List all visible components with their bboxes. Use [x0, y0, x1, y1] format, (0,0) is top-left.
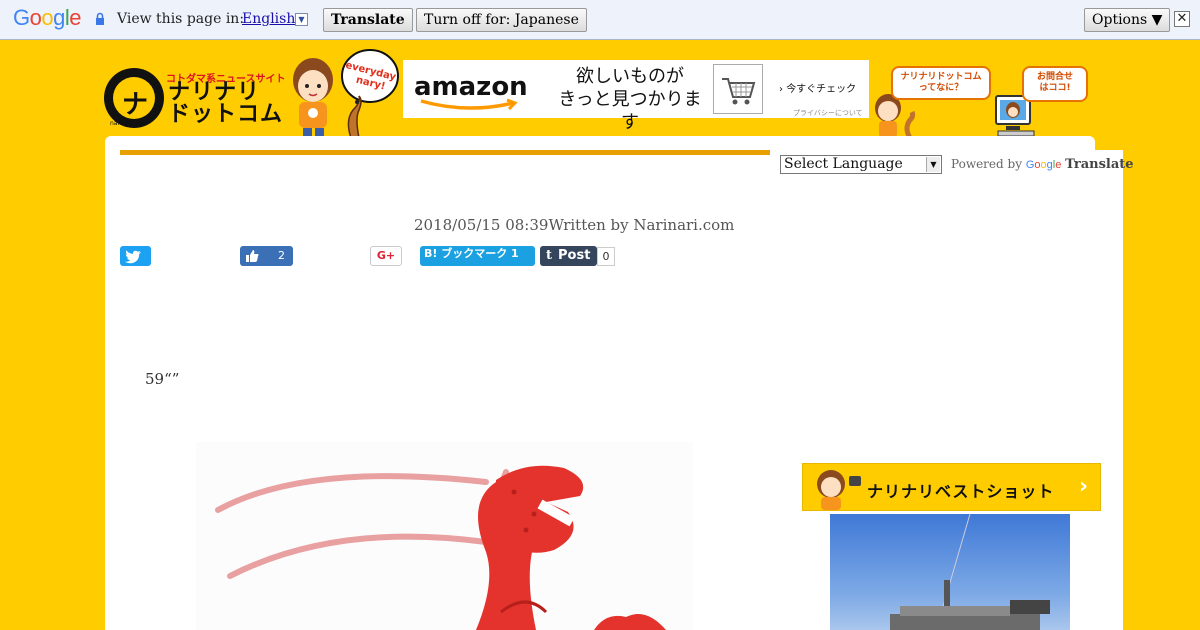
tumblr-post-count: 0 — [597, 247, 615, 266]
header-links: ナリナリドットコム ってなに？ お問合せ はココ! — [870, 62, 1096, 140]
translate-bar: Google View this page in: English ▼ Tran… — [0, 0, 1200, 40]
best-shot-banner[interactable]: ナリナリベストショット › — [802, 463, 1101, 511]
cart-icon — [722, 78, 756, 105]
powered-by-google: Powered by Google Translate — [951, 157, 1134, 172]
target-language-link[interactable]: English — [242, 11, 295, 27]
contact-line-1: お問合せ — [1036, 72, 1073, 82]
best-shot-photo[interactable] — [830, 514, 1070, 630]
view-page-label: View this page in: — [117, 11, 245, 27]
cart-button[interactable] — [713, 64, 763, 114]
contact-line-2: はココ! — [1039, 83, 1071, 93]
tumblr-post-label: Post — [558, 248, 591, 263]
tumblr-icon: t — [546, 248, 553, 263]
about-site-link[interactable]: ナリナリドットコム ってなに？ — [891, 66, 991, 100]
facebook-like-button[interactable]: 2 — [240, 246, 293, 266]
contact-link[interactable]: お問合せ はココ! — [1022, 66, 1088, 102]
best-shot-label: ナリナリベストショット — [867, 482, 1055, 501]
article-image — [196, 442, 693, 630]
logo-emblem-glyph: ナ — [122, 90, 149, 120]
lock-icon — [96, 12, 104, 25]
facebook-like-count: 2 — [278, 249, 285, 262]
translate-button[interactable]: Translate — [323, 8, 413, 32]
logo-wordmark: ナリナリ ドットコム — [168, 82, 283, 126]
title-rule — [120, 150, 770, 155]
chevron-right-icon: › — [1079, 474, 1089, 499]
language-dropdown-icon[interactable]: ▼ — [295, 13, 308, 26]
twitter-share-button[interactable] — [120, 246, 151, 266]
hatena-bookmark-button[interactable]: B! ブックマーク 1 — [420, 246, 535, 266]
translate-link[interactable]: Translate — [1065, 157, 1133, 172]
logo-line-1: ナリナリ — [168, 80, 261, 105]
powered-by-label: Powered by — [951, 157, 1022, 171]
article-dateline: 2018/05/15 08:39Written by Narinari.com — [414, 216, 735, 234]
google-wordmark: Google — [1025, 159, 1062, 171]
ad-cta-link[interactable]: › 今すぐチェック — [779, 80, 856, 95]
turn-off-button[interactable]: Turn off for: Japanese — [416, 8, 587, 32]
amazon-ad-banner[interactable]: amazon 欲しいものが きっと見つかります › 今すぐチェック プライバシー… — [403, 60, 869, 133]
chevron-down-icon: ▼ — [926, 157, 940, 172]
amazon-smile-icon — [420, 98, 518, 111]
options-button[interactable]: Options ▼ — [1084, 8, 1171, 32]
tumblr-post-button[interactable]: t Post — [540, 246, 597, 266]
about-line-1: ナリナリドットコム — [900, 72, 982, 82]
site-logo[interactable]: ナ コトダマ系ニュースサイト ナリナリ ドットコム narinari.com — [104, 60, 286, 135]
ad-privacy-link[interactable]: プライバシーについて — [793, 108, 863, 118]
lobster-illustration — [215, 465, 666, 630]
ad-copy-line-2: きっと見つかります — [558, 89, 702, 133]
close-icon[interactable]: ✕ — [1174, 11, 1190, 27]
about-line-2: ってなに？ — [918, 83, 964, 93]
twitter-icon — [125, 250, 141, 264]
google-logo: Google — [13, 5, 82, 30]
google-plus-button[interactable]: G+ — [370, 246, 402, 266]
ad-copy-line-1: 欲しいものが — [576, 66, 684, 87]
language-select[interactable]: Select Language ▼ — [780, 155, 942, 174]
mascot-illustration: everyday nary! — [293, 49, 399, 142]
article-body-text: 59“” — [145, 370, 180, 388]
ad-copy: 欲しいものが きっと見つかります — [555, 65, 705, 134]
ad-cta-label: 今すぐチェック — [786, 84, 857, 95]
logo-url: narinari.com — [110, 120, 148, 127]
ship-photo — [890, 514, 1050, 630]
logo-line-2: ドットコム — [168, 102, 284, 127]
girl-mascot-icon — [817, 470, 861, 510]
language-select-value: Select Language — [784, 156, 903, 172]
like-icon — [246, 250, 259, 262]
